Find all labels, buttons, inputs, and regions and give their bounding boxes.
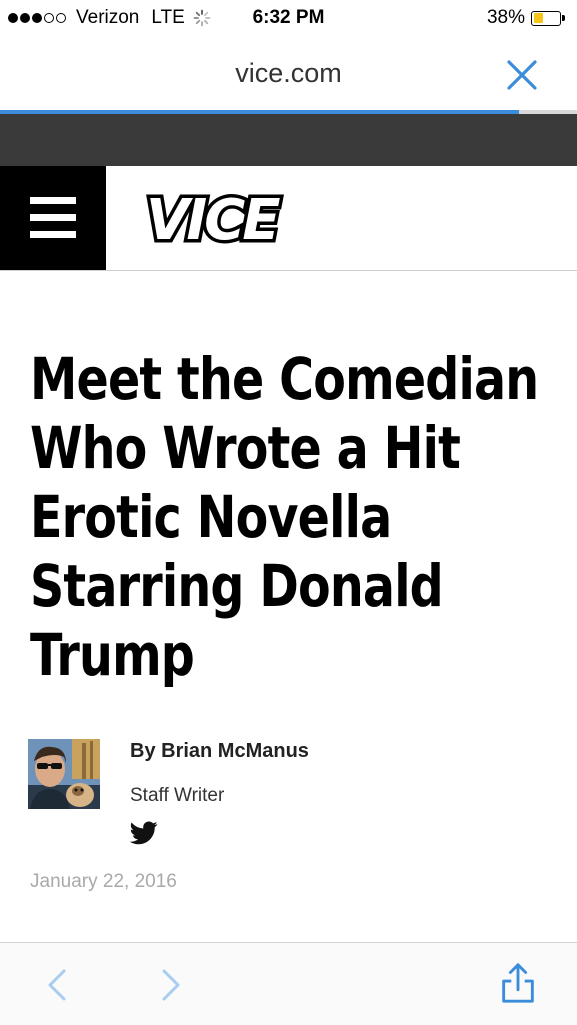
status-right: 38% xyxy=(487,7,565,29)
author-byline[interactable]: By Brian McManus xyxy=(130,740,309,763)
close-icon[interactable] xyxy=(505,58,539,92)
site-header: VICE xyxy=(0,166,577,271)
share-icon[interactable] xyxy=(498,961,538,1005)
article-headline: Meet the Comedian Who Wrote a Hit Erotic… xyxy=(30,345,539,689)
battery-level-fill xyxy=(533,13,543,23)
activity-spinner-icon xyxy=(193,9,211,27)
chevron-right-icon[interactable] xyxy=(150,963,190,1007)
carrier-name: Verizon xyxy=(76,7,140,28)
battery-percent: 38% xyxy=(486,7,525,28)
url-domain[interactable]: vice.com xyxy=(0,58,577,89)
url-bar: vice.com xyxy=(0,38,577,112)
author-block: By Brian McManus Staff Writer xyxy=(28,737,548,847)
twitter-icon[interactable] xyxy=(130,821,158,845)
battery-icon xyxy=(531,10,561,26)
author-role: Staff Writer xyxy=(130,785,225,806)
network-type: LTE xyxy=(151,7,185,28)
hamburger-menu-icon xyxy=(30,197,76,204)
dark-banner xyxy=(0,114,577,166)
article-date: January 22, 2016 xyxy=(30,871,177,892)
status-bar: Verizon LTE 6:32 PM 38% xyxy=(0,0,577,38)
menu-button[interactable] xyxy=(0,166,106,270)
chevron-left-icon[interactable] xyxy=(38,963,78,1007)
status-left: Verizon LTE xyxy=(8,7,211,29)
logo-text: VICE xyxy=(146,188,280,253)
battery-nub xyxy=(562,15,565,21)
signal-strength-icon xyxy=(8,13,68,23)
author-avatar[interactable] xyxy=(28,739,100,809)
browser-toolbar xyxy=(0,942,577,1025)
vice-logo[interactable]: VICE xyxy=(140,183,345,254)
